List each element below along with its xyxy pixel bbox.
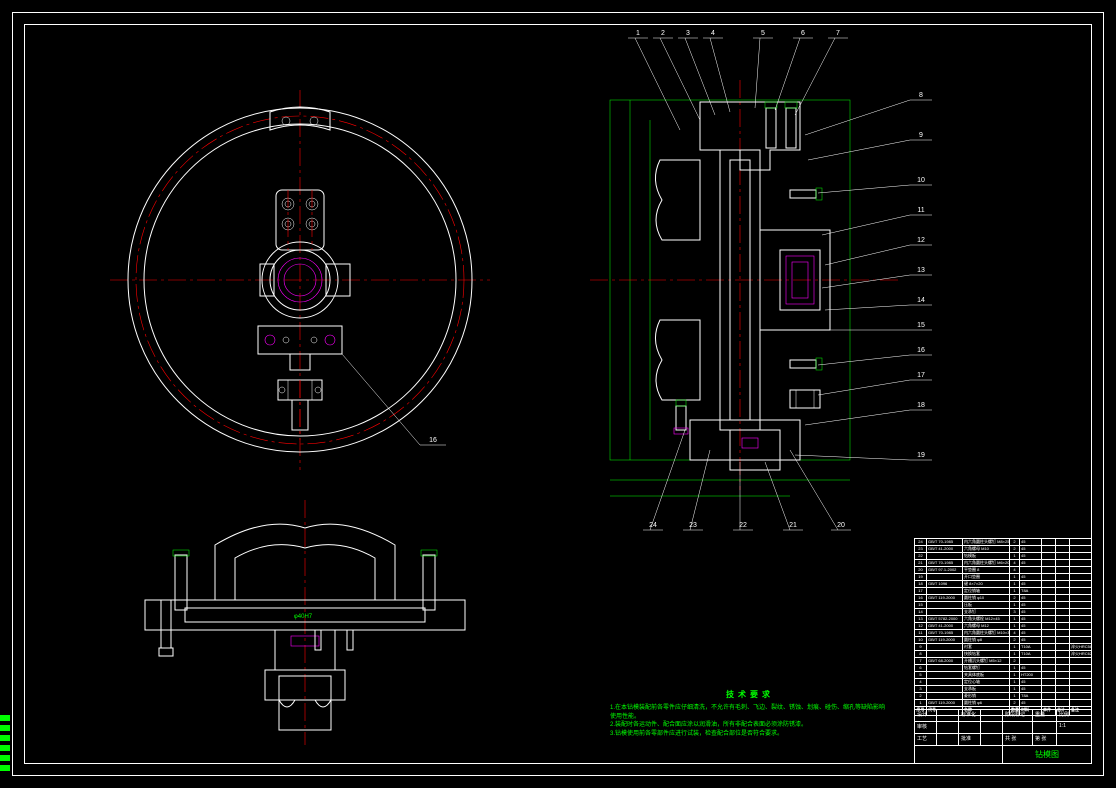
svg-text:19: 19 <box>917 452 925 459</box>
bom-row: 11GB/T 70-1985内六角圆柱头螺钉 M10×30445 <box>915 630 1092 637</box>
title-block: 设计 标准化 阶段标记 重量 比例 审核 1:1 工艺 批准 共 张 第 张 钻… <box>914 709 1092 764</box>
bom-row: 3支承板145 <box>915 686 1092 693</box>
svg-text:11: 11 <box>917 207 924 214</box>
svg-text:3: 3 <box>686 30 690 37</box>
svg-text:1: 1 <box>636 30 640 37</box>
bom-row: 5夹具体底板1HT200 <box>915 672 1092 679</box>
svg-text:10: 10 <box>917 177 925 184</box>
bom-row: 14支承钉345 <box>915 609 1092 616</box>
bom-row: 12GB/T 41-2000六角螺母 M12145 <box>915 623 1092 630</box>
tech-line: 2.装配时各运动件、配合面应涂以润滑油，所有非配合表面必须涂防锈漆。 <box>610 721 890 729</box>
svg-text:9: 9 <box>919 132 923 139</box>
svg-text:24: 24 <box>649 522 657 529</box>
section-view: 1 2 3 4 5 6 7 8 9 10 11 12 13 14 15 16 1… <box>590 30 960 540</box>
svg-text:18: 18 <box>917 402 925 409</box>
parts-list: 24GB/T 70-1985内六角圆柱头螺钉 M8×2524523GB/T 41… <box>914 538 1092 716</box>
bom-row: 18GB/T 1096键 8×7×20145 <box>915 581 1092 588</box>
svg-text:2: 2 <box>661 30 665 37</box>
svg-text:φ40H7: φ40H7 <box>294 614 313 620</box>
svg-text:17: 17 <box>917 372 925 379</box>
bom-row: 2菱形销1T8A <box>915 693 1092 700</box>
svg-text:23: 23 <box>689 522 697 529</box>
technical-requirements: 技术要求 1.在本钻模装配前各零件应仔细清洗，不允许有毛刺、飞边、裂纹、锈蚀、划… <box>610 689 890 738</box>
bom-row: 9衬套1T10A淬火HRC58 <box>915 644 1092 651</box>
drawing-title: 钻模图 <box>1003 746 1092 763</box>
bom-row: 7GB/T 68-2000开槽沉头螺钉 M5×122 <box>915 658 1092 665</box>
svg-text:14: 14 <box>917 297 925 304</box>
bom-row: 15压板145 <box>915 602 1092 609</box>
svg-text:5: 5 <box>761 30 765 37</box>
svg-text:7: 7 <box>836 30 840 37</box>
bom-row: 24GB/T 70-1985内六角圆柱头螺钉 M8×25245 <box>915 539 1092 546</box>
tech-line: 1.在本钻模装配前各零件应仔细清洗，不允许有毛刺、飞边、裂纹、锈蚀、划痕、碰伤、… <box>610 704 890 721</box>
balloon-16-label: 16 <box>429 437 437 444</box>
bom-row: 16GB/T 119-2000圆柱销 φ10245 <box>915 595 1092 602</box>
bom-row: 6钻套螺钉145 <box>915 665 1092 672</box>
bom-row: 22钻模板145 <box>915 553 1092 560</box>
bom-row: 23GB/T 41-2000六角螺母 M10245 <box>915 546 1092 553</box>
svg-text:20: 20 <box>837 522 845 529</box>
svg-text:15: 15 <box>917 322 925 329</box>
balloons-right: 8 9 10 11 12 13 14 15 16 17 18 19 <box>795 92 932 460</box>
svg-text:6: 6 <box>801 30 805 37</box>
svg-text:4: 4 <box>711 30 715 37</box>
svg-text:22: 22 <box>739 522 747 529</box>
bom-row: 1GB/T 119-2000圆柱销 φ6245 <box>915 700 1092 707</box>
bom-row: 17定位销轴1T8A <box>915 588 1092 595</box>
bom-row: 21GB/T 70-1985内六角圆柱头螺钉 M6×20445 <box>915 560 1092 567</box>
bom-row: 8快换钻套1T10A淬火HRC62 <box>915 651 1092 658</box>
bom-row: 13GB/T 5782-2000六角头螺栓 M12×45145 <box>915 616 1092 623</box>
side-view: φ40H7 <box>115 500 495 745</box>
tech-heading: 技术要求 <box>610 689 890 700</box>
svg-text:16: 16 <box>917 347 925 354</box>
tech-line: 3.钻模使用前各零部件应进行试装，检查配合部位是否符合要求。 <box>610 730 890 738</box>
svg-text:21: 21 <box>789 522 797 529</box>
bom-row: 19开口垫圈145 <box>915 574 1092 581</box>
balloons-top: 1 2 3 4 5 6 7 <box>628 30 848 130</box>
front-view: 16 <box>110 90 490 470</box>
svg-text:8: 8 <box>919 92 923 99</box>
svg-text:13: 13 <box>917 267 925 274</box>
bom-row: 20GB/T 97.1-2002平垫圈 84 <box>915 567 1092 574</box>
svg-text:12: 12 <box>917 237 925 244</box>
bom-row: 4定位心轴145 <box>915 679 1092 686</box>
bom-row: 10GB/T 119-2000圆柱销 φ8245 <box>915 637 1092 644</box>
